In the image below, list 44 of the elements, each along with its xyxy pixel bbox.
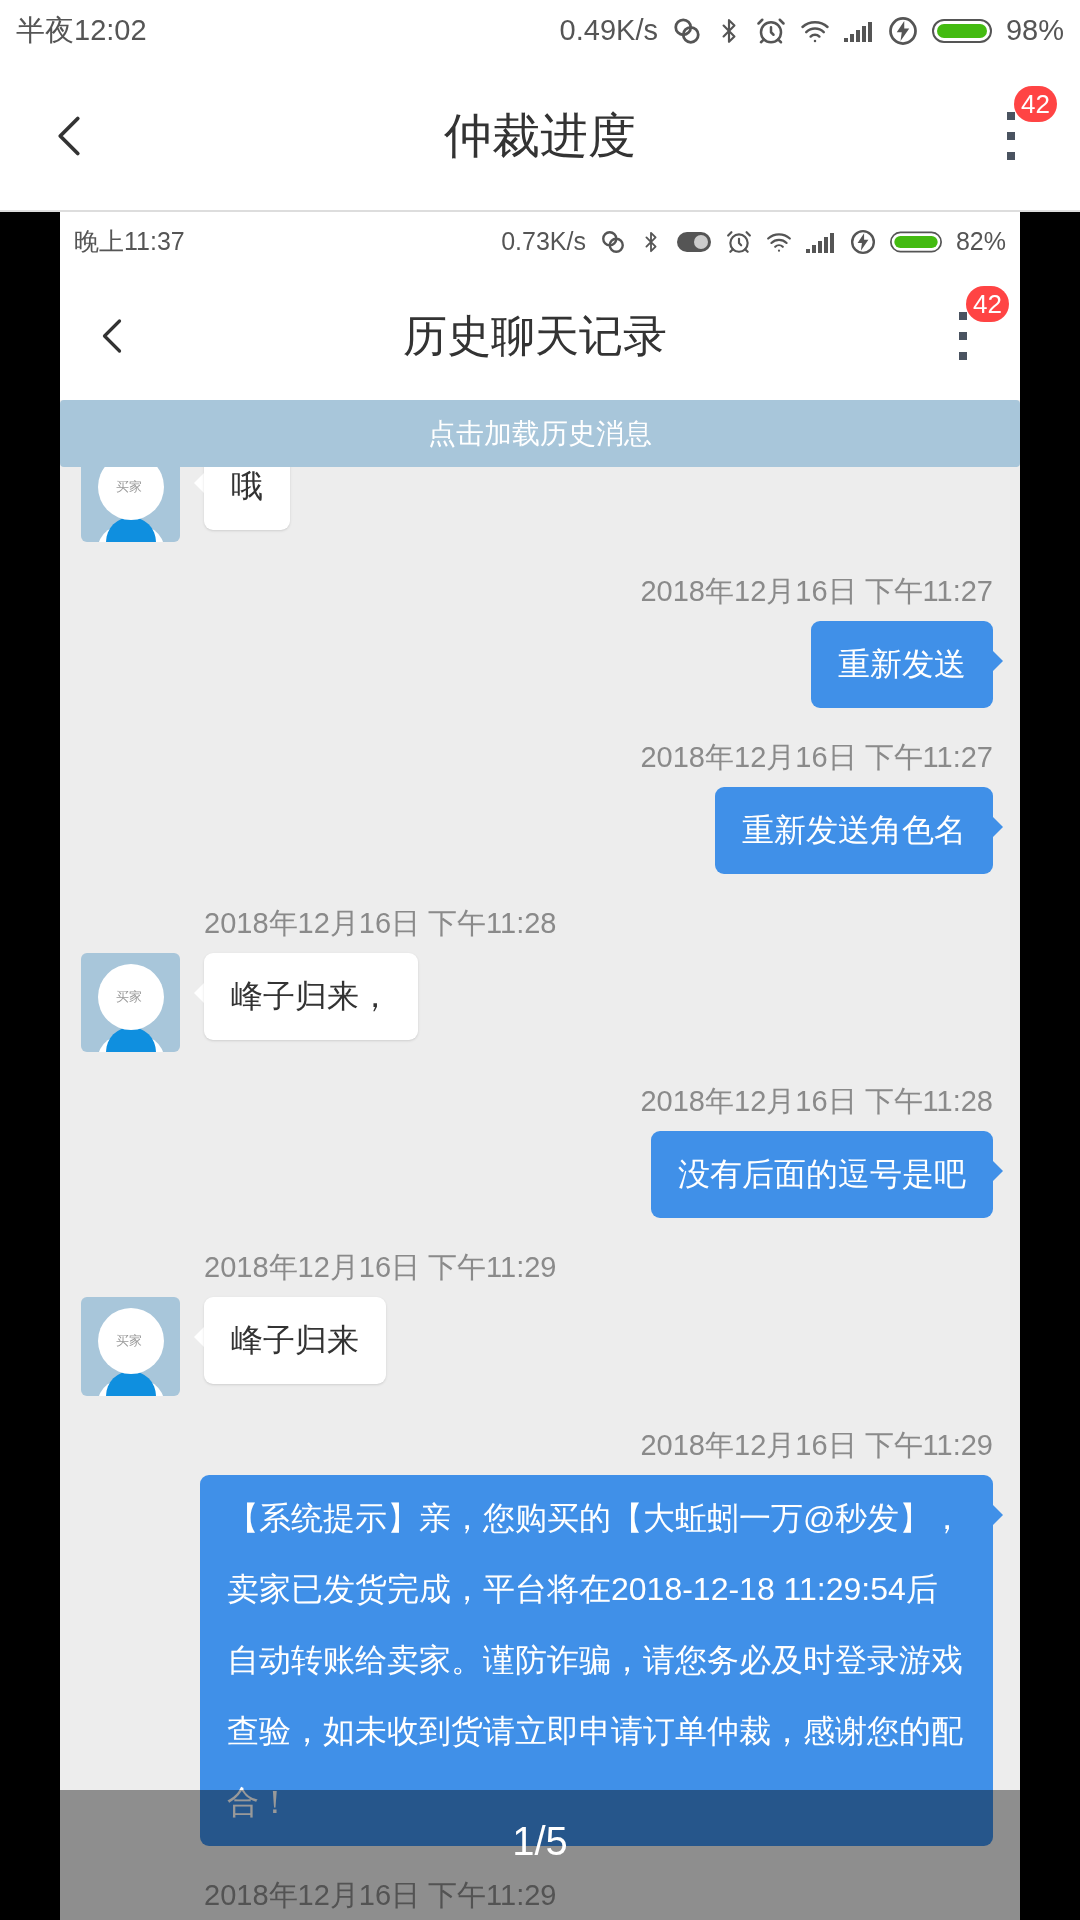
message-timestamp: 2018年12月16日 下午11:28 (639, 1084, 994, 1119)
battery-icon (931, 19, 992, 43)
battery-icon (889, 231, 942, 253)
page-title: 历史聊天记录 (403, 310, 667, 362)
message-timestamp: 2018年12月16日 下午11:27 (639, 574, 994, 609)
rings-icon (599, 229, 626, 255)
charging-icon (849, 229, 876, 255)
message-timestamp: 2018年12月16日 下午11:29 (203, 1878, 558, 1913)
avatar-label: 买家 (116, 1333, 142, 1349)
notification-badge: 42 (966, 286, 1009, 322)
message-timestamp: 2018年12月16日 下午11:28 (203, 906, 558, 941)
charging-icon (887, 16, 918, 46)
notification-badge: 42 (1014, 86, 1057, 122)
received-bubble: 峰子归来， (204, 953, 418, 1040)
status-time: 晚上11:37 (74, 226, 185, 258)
alarm-icon (725, 229, 752, 255)
bubble-tail (194, 1327, 204, 1347)
alarm-icon (755, 16, 786, 46)
bubble-tail (993, 1161, 1003, 1181)
signal-icon (805, 231, 836, 253)
sent-bubble: 没有后面的逗号是吧 (651, 1131, 993, 1218)
received-bubble: 哦 (204, 467, 290, 530)
bubble-tail (993, 651, 1003, 671)
battery-percent: 82% (955, 226, 1006, 258)
toggle-icon (675, 231, 712, 253)
sent-bubble: 重新发送角色名 (715, 787, 993, 874)
message-timestamp: 2018年12月16日 下午11:27 (639, 740, 994, 775)
sent-bubble: 重新发送 (811, 621, 993, 708)
message-timestamp: 2018年12月16日 下午11:29 (639, 1428, 994, 1463)
page-title: 仲裁进度 (444, 108, 636, 164)
received-bubble: 峰子归来 (204, 1297, 386, 1384)
avatar-label: 买家 (116, 989, 142, 1005)
battery-percent: 98% (1005, 13, 1064, 49)
bubble-tail (993, 817, 1003, 837)
network-speed: 0.73K/s (501, 226, 586, 258)
status-time: 半夜12:02 (16, 13, 147, 49)
avatar-label: 买家 (116, 479, 142, 495)
network-speed: 0.49K/s (559, 13, 658, 49)
message-timestamp: 2018年12月16日 下午11:29 (203, 1250, 558, 1285)
signal-icon (843, 20, 874, 42)
bubble-tail (194, 473, 204, 493)
rings-icon (671, 16, 702, 46)
page-indicator: 1/5 (512, 1818, 568, 1864)
bubble-tail (194, 983, 204, 1003)
